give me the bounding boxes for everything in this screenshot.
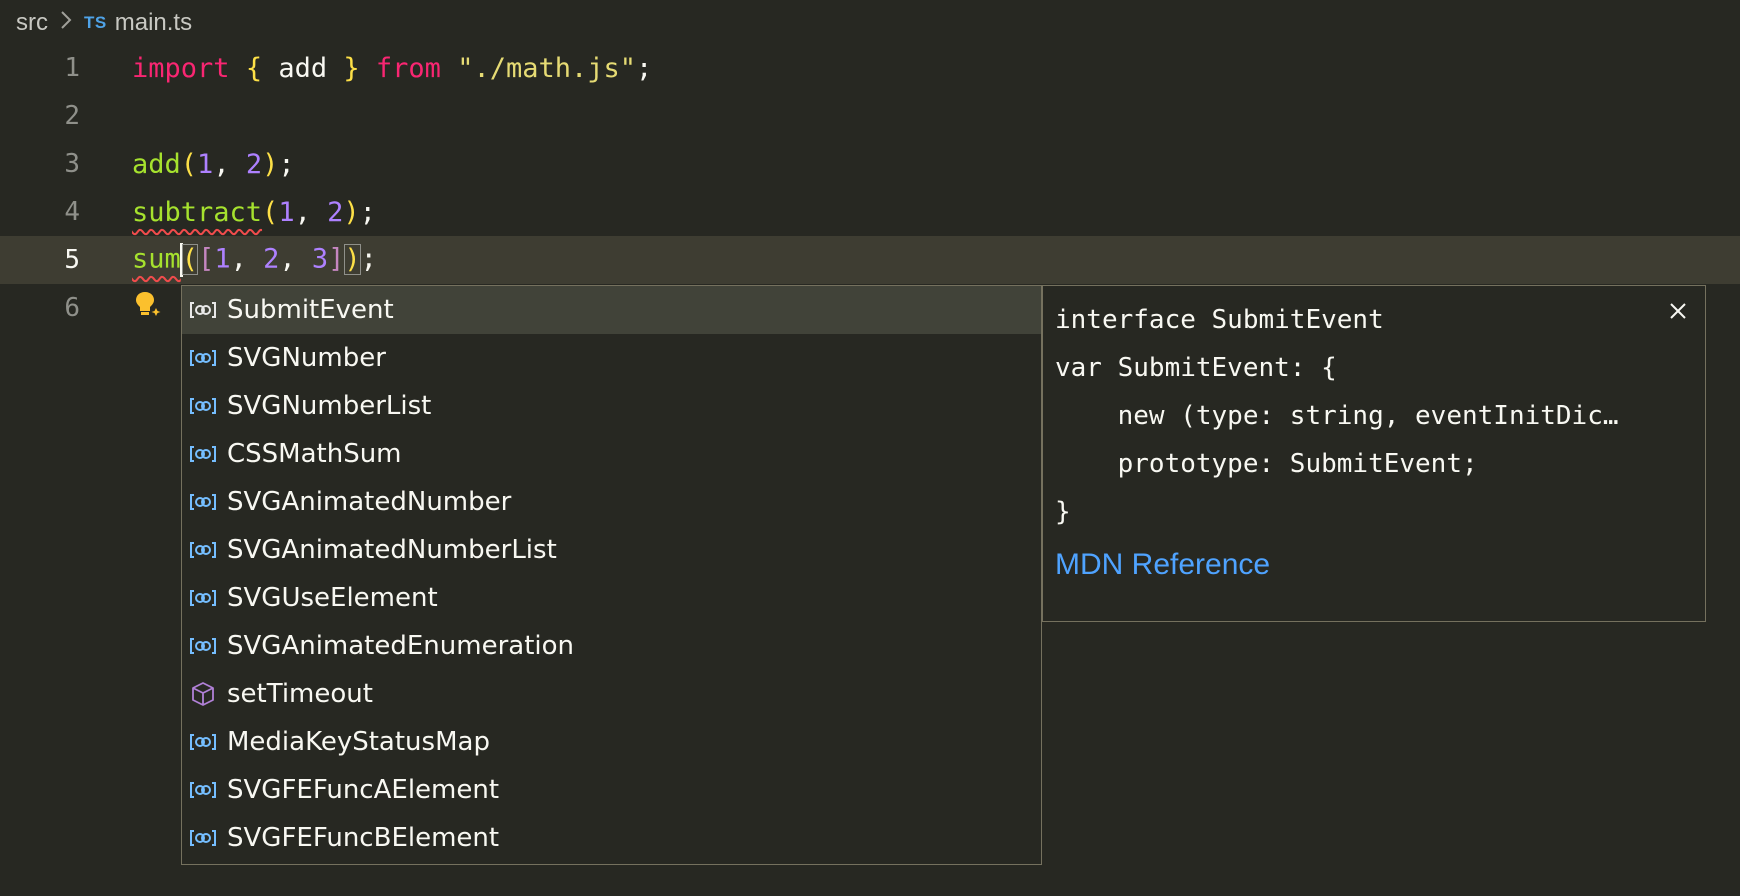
suggestion-label: SVGAnimatedNumber — [227, 487, 512, 517]
function-call-error[interactable]: sum — [132, 244, 181, 275]
breadcrumb: src TS main.ts — [16, 6, 192, 40]
breadcrumb-folder[interactable]: src — [16, 9, 48, 37]
function-call: add — [132, 148, 181, 180]
comma: , — [213, 148, 246, 180]
code-text: add(1, 2); — [132, 149, 295, 180]
suggestion-label: SVGNumber — [227, 343, 386, 373]
brace-open: { — [245, 52, 263, 84]
interface-icon — [187, 489, 219, 515]
line-number: 3 — [64, 149, 80, 179]
number-literal: 2 — [327, 196, 344, 228]
code-line-1[interactable]: 1 import { add } from "./math.js"; — [0, 44, 1740, 92]
suggestion-item[interactable]: SVGFEFuncBElement — [182, 814, 1041, 862]
interface-icon — [187, 585, 219, 611]
suggestion-list[interactable]: SubmitEvent SVGNumber SVGNumberList CSSMath… — [181, 285, 1042, 865]
comma: , — [230, 243, 264, 275]
code-text: sum([1, 2, 3]); — [132, 243, 377, 277]
keyword-from: from — [375, 52, 441, 84]
suggestion-label: SVGAnimatedNumberList — [227, 535, 557, 565]
details-line: var SubmitEvent: { — [1055, 353, 1337, 383]
number-literal: 3 — [311, 243, 329, 275]
interface-icon — [187, 297, 219, 323]
comma: , — [294, 196, 328, 228]
close-icon[interactable] — [1663, 296, 1693, 326]
semicolon: ; — [359, 196, 376, 228]
suggestion-item[interactable]: SVGAnimatedNumber — [182, 478, 1041, 526]
suggestion-label: SVGAnimatedEnumeration — [227, 631, 575, 661]
semicolon: ; — [360, 243, 377, 275]
paren-open: ( — [262, 196, 279, 228]
suggestion-item[interactable]: SVGFEFuncAElement — [182, 766, 1041, 814]
details-line: } — [1055, 497, 1071, 527]
mdn-reference-link[interactable]: MDN Reference — [1055, 548, 1270, 582]
details-line: prototype: SubmitEvent; — [1055, 449, 1478, 479]
details-line: new (type: string, eventInitDic… — [1055, 401, 1619, 431]
code-text: subtract(1, 2); — [132, 197, 376, 228]
suggestion-item[interactable]: SVGAnimatedEnumeration — [182, 622, 1041, 670]
interface-icon — [187, 441, 219, 467]
comma: , — [279, 243, 312, 275]
suggestion-item[interactable]: SVGAnimatedNumberList — [182, 526, 1041, 574]
line-number: 1 — [64, 53, 80, 83]
suggestion-details: interface SubmitEvent var SubmitEvent: {… — [1042, 285, 1706, 622]
suggestion-item[interactable]: SVGUseElement — [182, 574, 1041, 622]
suggestion-item[interactable]: SubmitEvent — [182, 286, 1041, 334]
code-line-3[interactable]: 3 add(1, 2); — [0, 140, 1740, 188]
line-number: 6 — [64, 293, 80, 323]
details-signature: interface SubmitEvent var SubmitEvent: {… — [1055, 296, 1619, 536]
bracket-open: [ — [198, 243, 215, 275]
paren-open: ( — [181, 243, 199, 275]
code-text: import { add } from "./math.js"; — [132, 53, 652, 84]
interface-icon — [187, 777, 219, 803]
keyword-import: import — [132, 52, 230, 84]
number-literal: 1 — [197, 148, 214, 180]
method-cube-icon — [187, 681, 219, 707]
paren-close: ) — [343, 196, 360, 228]
suggestion-label: SVGUseElement — [227, 583, 438, 613]
paren-open: ( — [180, 148, 198, 180]
breadcrumb-file[interactable]: main.ts — [115, 9, 192, 37]
suggestion-label: SubmitEvent — [227, 295, 394, 325]
suggestion-item[interactable]: setTimeout — [182, 670, 1041, 718]
line-number: 5 — [64, 245, 80, 275]
suggestion-item[interactable]: SVGNumber — [182, 334, 1041, 382]
suggestion-label: MediaKeyStatusMap — [227, 727, 490, 757]
line-number: 4 — [64, 197, 80, 227]
interface-icon — [187, 825, 219, 851]
interface-icon — [187, 345, 219, 371]
line-number: 2 — [64, 101, 80, 131]
number-literal: 2 — [263, 243, 280, 275]
typescript-file-icon: TS — [84, 13, 107, 32]
lightbulb-icon[interactable] — [134, 290, 162, 320]
interface-icon — [187, 537, 219, 563]
import-path-string: "./math.js" — [457, 52, 636, 84]
suggestion-label: SVGNumberList — [227, 391, 432, 421]
suggestion-item[interactable]: CSSMathSum — [182, 430, 1041, 478]
suggestion-item[interactable]: MediaKeyStatusMap — [182, 718, 1041, 766]
chevron-right-icon — [60, 10, 72, 36]
interface-icon — [187, 729, 219, 755]
function-call-error[interactable]: subtract — [132, 197, 262, 228]
semicolon: ; — [636, 52, 653, 84]
number-literal: 1 — [278, 196, 295, 228]
paren-close: ) — [344, 243, 361, 275]
paren-close: ) — [262, 148, 279, 180]
interface-icon — [187, 393, 219, 419]
code-line-5[interactable]: 5 sum([1, 2, 3]); — [0, 236, 1740, 284]
number-literal: 1 — [214, 243, 231, 275]
code-line-4[interactable]: 4 subtract(1, 2); — [0, 188, 1740, 236]
interface-icon — [187, 633, 219, 659]
suggestion-item[interactable]: SVGNumberList — [182, 382, 1041, 430]
details-line: interface SubmitEvent — [1055, 305, 1384, 335]
import-name: add — [262, 52, 344, 84]
bracket-close: ] — [328, 243, 345, 275]
suggestion-label: SVGFEFuncAElement — [227, 775, 500, 805]
suggestion-label: setTimeout — [227, 679, 373, 709]
number-literal: 2 — [245, 148, 263, 180]
suggestion-label: CSSMathSum — [227, 439, 402, 469]
suggestion-label: SVGFEFuncBElement — [227, 823, 500, 853]
semicolon: ; — [278, 148, 295, 180]
brace-close: } — [343, 52, 360, 84]
code-line-2[interactable]: 2 — [0, 92, 1740, 140]
